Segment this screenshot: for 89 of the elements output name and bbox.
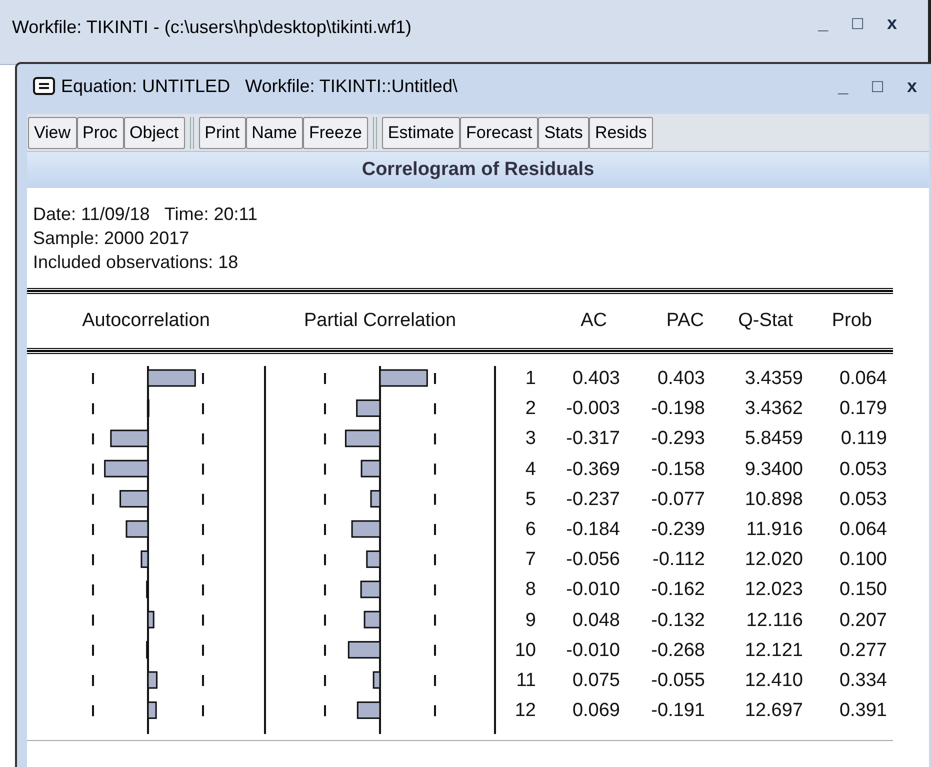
table-cell-text: 12.020 xyxy=(744,548,803,572)
table-cell-text: 0.069 xyxy=(571,699,620,724)
table-cell-text: -0.010 xyxy=(565,638,620,663)
table-cell-text: 10.898 xyxy=(744,488,803,512)
table-cell-text: 0.075 xyxy=(571,669,620,694)
table-cell-text: 0.053 xyxy=(838,488,887,512)
table-cell-text: 0.391 xyxy=(838,699,887,724)
maximize-button[interactable]: □ xyxy=(872,77,883,95)
window-title: Equation: UNTITLED Workfile: TIKINTI::Untitled\ xyxy=(61,74,458,98)
info-line: Sample: 2000 2017 xyxy=(33,227,190,250)
table-cell-text: 0.119 xyxy=(840,427,887,452)
table-cell-text: 0.150 xyxy=(838,578,887,602)
table-cell-text: 0.064 xyxy=(838,367,887,391)
column-header: Q-Stat xyxy=(737,308,793,333)
column-header: Prob xyxy=(830,308,872,333)
toolbar-button[interactable]: Object xyxy=(124,116,185,148)
toolbar-button[interactable]: Forecast xyxy=(460,116,538,148)
menu-icon[interactable] xyxy=(33,77,55,95)
table-cell-text: 3.4359 xyxy=(744,367,803,391)
table-cell-text: -0.198 xyxy=(650,397,705,422)
table-cell-text: 12.121 xyxy=(744,638,803,663)
minimize-button[interactable]: _ xyxy=(818,14,828,32)
table-cell-text: 0.207 xyxy=(838,608,887,633)
table-cell-text: -0.317 xyxy=(565,427,620,452)
table-cell-text: 5 xyxy=(524,488,536,512)
table-cell-text: -0.191 xyxy=(650,699,705,724)
table-cell-text: -0.055 xyxy=(650,669,705,694)
close-button[interactable]: x xyxy=(886,14,897,32)
table-cell-text: -0.293 xyxy=(650,427,705,452)
info-line: Date: 11/09/18 Time: 20:11 xyxy=(33,203,258,226)
table-cell-text: 9 xyxy=(524,608,536,633)
table-cell-text: 0.100 xyxy=(838,548,887,572)
table-cell-text: 12.116 xyxy=(745,608,803,633)
table-cell-text: 0.277 xyxy=(838,638,887,663)
table-cell-text: 2 xyxy=(524,397,536,422)
toolbar-button[interactable]: Proc xyxy=(76,116,124,148)
close-button[interactable]: x xyxy=(906,77,917,95)
table-cell-text: 11 xyxy=(515,669,536,694)
table-cell-text: -0.158 xyxy=(650,458,705,482)
table-cell-text: 0.064 xyxy=(838,518,887,542)
table-cell-text: -0.184 xyxy=(565,518,620,542)
table-cell-text: 6 xyxy=(524,518,536,542)
window-title: Workfile: TIKINTI - (c:\users\hp\desktop\tikinti.wf1) xyxy=(12,16,412,39)
table-cell-text: -0.162 xyxy=(650,578,705,602)
toolbar-button[interactable]: Name xyxy=(246,116,303,148)
table-cell-text: 12.410 xyxy=(744,669,803,694)
table-cell-text: 12.697 xyxy=(744,699,803,724)
view-title-bar: Correlogram of Residuals xyxy=(27,152,929,188)
table-cell-text: 3.4362 xyxy=(744,397,803,422)
table-cell-text: 10 xyxy=(514,638,536,663)
minimize-button[interactable]: _ xyxy=(838,77,848,95)
column-header: Partial Correlation xyxy=(302,308,458,333)
table-cell-text: -0.056 xyxy=(565,548,620,572)
table-cell-text: -0.010 xyxy=(565,578,620,602)
table-cell-text: 3 xyxy=(524,427,536,452)
table-cell-text: 0.334 xyxy=(838,669,887,694)
table-cell-text: 0.403 xyxy=(656,367,705,391)
table-cell-text: -0.369 xyxy=(565,458,620,482)
table-cell-text: 7 xyxy=(524,548,536,572)
table-cell-text: 0.179 xyxy=(838,397,887,422)
table-cell-text: -0.132 xyxy=(650,608,705,633)
maximize-button[interactable]: □ xyxy=(852,14,863,32)
table-cell-text: 1 xyxy=(524,367,536,391)
table-cell-text: 12.023 xyxy=(744,578,803,602)
table-cell-text: 12 xyxy=(514,699,536,724)
toolbar-button[interactable]: View xyxy=(28,116,77,148)
column-header: Autocorrelation xyxy=(81,308,211,333)
table-cell-text: 0.403 xyxy=(571,367,620,391)
table-cell-text: 8 xyxy=(524,578,536,602)
table-cell-text: -0.112 xyxy=(652,548,705,572)
toolbar-button[interactable]: Print xyxy=(198,116,246,148)
table-cell-text: 11.916 xyxy=(745,518,803,542)
toolbar-button[interactable]: Stats xyxy=(538,116,589,148)
table-cell-text: 5.8459 xyxy=(744,427,803,452)
toolbar-button[interactable]: Estimate xyxy=(382,116,460,148)
column-header: AC xyxy=(580,308,607,333)
table-cell-text: -0.003 xyxy=(565,397,620,422)
toolbar-button[interactable]: Resids xyxy=(588,116,653,148)
table-cell-text: -0.077 xyxy=(650,488,705,512)
toolbar-button[interactable]: Freeze xyxy=(302,116,368,148)
table-cell-text: 0.053 xyxy=(838,458,887,482)
table-cell-text: 4 xyxy=(524,458,536,482)
table-cell-text: -0.268 xyxy=(650,638,705,663)
table-cell-text: -0.237 xyxy=(565,488,620,512)
table-cell-text: 9.3400 xyxy=(744,458,803,482)
table-cell-text: -0.239 xyxy=(650,518,705,542)
info-line: Included observations: 18 xyxy=(33,251,240,274)
table-cell-text: 0.048 xyxy=(571,608,620,633)
column-header: PAC xyxy=(665,308,704,333)
